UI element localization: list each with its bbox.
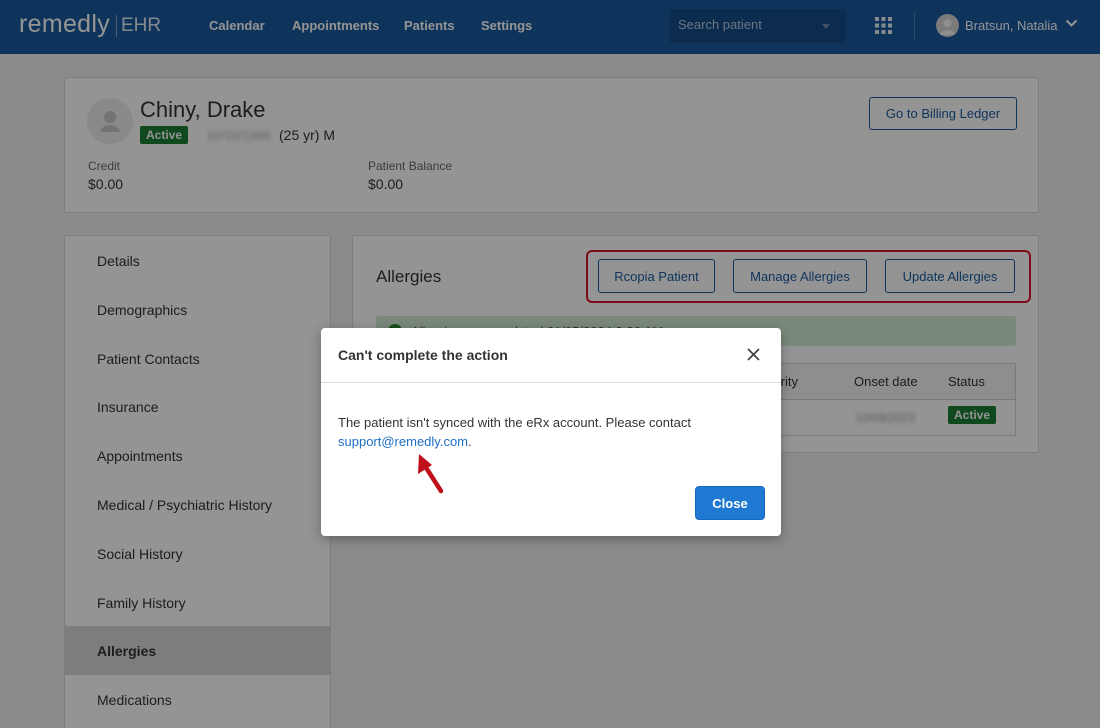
dialog-message: The patient isn't synced with the eRx ac… [338, 413, 758, 451]
dialog-divider [321, 382, 781, 383]
close-icon[interactable] [745, 346, 762, 363]
close-button[interactable]: Close [695, 486, 765, 520]
dialog-message-period: . [468, 434, 472, 449]
dialog-title: Can't complete the action [338, 347, 508, 363]
support-email-link[interactable]: support@remedly.com [338, 434, 468, 449]
dialog-message-text: The patient isn't synced with the eRx ac… [338, 415, 691, 430]
annotation-arrow-icon [418, 454, 444, 494]
error-dialog: Can't complete the action The patient is… [321, 328, 781, 536]
